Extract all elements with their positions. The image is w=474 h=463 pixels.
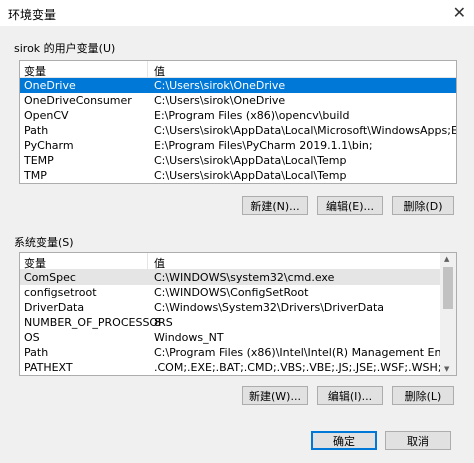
variable-name: TEMP	[24, 154, 54, 167]
variable-value: Windows_NT	[154, 331, 224, 344]
variable-value: C:\Users\sirok\AppData\Local\Microsoft\W…	[154, 124, 457, 137]
scroll-down-icon[interactable]: ▼	[444, 365, 449, 373]
system-delete-button[interactable]: 删除(L)	[392, 386, 454, 405]
list-item[interactable]: OpenCV E:\Program Files (x86)\opencv\buil…	[20, 108, 456, 123]
variable-name: NUMBER_OF_PROCESSORS	[24, 316, 173, 329]
window-title: 环境变量	[8, 8, 57, 22]
list-item[interactable]: OS Windows_NT	[20, 330, 456, 345]
variable-name: OneDrive	[24, 79, 76, 92]
variable-value: C:\Users\sirok\OneDrive	[154, 94, 286, 107]
system-edit-button[interactable]: 编辑(I)...	[317, 386, 383, 405]
list-item[interactable]: PROCESSOR_ARCHITECTUREAMD64	[20, 375, 456, 376]
system-vars-header: 变量 值	[20, 253, 456, 270]
list-item[interactable]: DriverData C:\Windows\System32\Drivers\Dr…	[20, 300, 456, 315]
variable-value: C:\Windows\System32\Drivers\DriverData	[154, 301, 385, 314]
scroll-thumb[interactable]	[443, 267, 453, 309]
variable-value: C:\WINDOWS\ConfigSetRoot	[154, 286, 309, 299]
variable-name: OS	[24, 331, 40, 344]
variable-value: C:\Users\sirok\OneDrive	[154, 79, 286, 92]
system-vars-list[interactable]: 变量 值 ComSpec C:\WINDOWS\system32\cmd.exe c…	[19, 252, 457, 376]
system-new-button[interactable]: 新建(W)...	[242, 386, 308, 405]
variable-name: OpenCV	[24, 109, 69, 122]
close-icon[interactable]: ✕	[453, 3, 466, 22]
variable-value: C:\WINDOWS\system32\cmd.exe	[154, 271, 335, 284]
variable-value: .COM;.EXE;.BAT;.CMD;.VBS;.VBE;.JS;.JSE;.…	[154, 361, 457, 374]
list-item[interactable]: Path C:\Program Files (x86)\Intel\Intel(R…	[20, 345, 456, 360]
ok-button[interactable]: 确定	[311, 431, 377, 450]
variable-name: PyCharm	[24, 139, 74, 152]
user-delete-button[interactable]: 删除(D)	[392, 196, 454, 215]
list-item[interactable]: OneDriveConsumer C:\Users\sirok\OneDrive	[20, 93, 456, 108]
system-vars-scrollbar[interactable]: ▲ ▼	[440, 253, 456, 375]
user-vars-group-label: sirok 的用户变量(U)	[14, 42, 116, 55]
variable-value: C:\Users\sirok\AppData\Local\Temp	[154, 169, 347, 182]
variable-name: Path	[24, 346, 49, 359]
column-header-value[interactable]: 值	[154, 255, 165, 271]
variable-value: E:\Program Files\PyCharm 2019.1.1\bin;	[154, 139, 373, 152]
user-edit-button[interactable]: 编辑(E)...	[317, 196, 383, 215]
list-item[interactable]: Path C:\Users\sirok\AppData\Local\Microso…	[20, 123, 456, 138]
variable-name: DriverData	[24, 301, 85, 314]
list-item[interactable]: TEMP C:\Users\sirok\AppData\Local\Temp	[20, 153, 456, 168]
column-header-variable[interactable]: 变量	[24, 63, 46, 79]
variable-name: configsetroot	[24, 286, 97, 299]
list-item[interactable]: OneDrive C:\Users\sirok\OneDrive	[20, 78, 456, 93]
variable-name: PATHEXT	[24, 361, 73, 374]
variable-value: E:\Program Files (x86)\opencv\build	[154, 109, 350, 122]
list-item[interactable]: ComSpec C:\WINDOWS\system32\cmd.exe	[20, 270, 456, 285]
list-item[interactable]: PATHEXT .COM;.EXE;.BAT;.CMD;.VBS;.VBE;.JS…	[20, 360, 456, 375]
user-vars-header: 变量 值	[20, 61, 456, 78]
cancel-button[interactable]: 取消	[385, 431, 451, 450]
variable-name: Path	[24, 124, 49, 137]
variable-value: C:\Program Files (x86)\Intel\Intel(R) Ma…	[154, 346, 456, 359]
variable-value: 8	[154, 316, 161, 329]
list-item[interactable]: TMP C:\Users\sirok\AppData\Local\Temp	[20, 168, 456, 183]
variable-value: C:\Users\sirok\AppData\Local\Temp	[154, 154, 347, 167]
column-header-variable[interactable]: 变量	[24, 255, 46, 271]
list-item[interactable]: NUMBER_OF_PROCESSORS 8	[20, 315, 456, 330]
list-item[interactable]: PyCharm E:\Program Files\PyCharm 2019.1.1…	[20, 138, 456, 153]
user-vars-list[interactable]: 变量 值 OneDrive C:\Users\sirok\OneDrive OneD…	[19, 60, 457, 184]
variable-name: ComSpec	[24, 271, 76, 284]
title-bar: 环境变量 ✕	[0, 0, 474, 26]
variable-name: OneDriveConsumer	[24, 94, 132, 107]
list-item[interactable]: configsetroot C:\WINDOWS\ConfigSetRoot	[20, 285, 456, 300]
variable-name: TMP	[24, 169, 47, 182]
column-header-value[interactable]: 值	[154, 63, 165, 79]
scroll-up-icon[interactable]: ▲	[444, 255, 449, 263]
system-vars-group-label: 系统变量(S)	[14, 236, 74, 249]
user-new-button[interactable]: 新建(N)...	[242, 196, 308, 215]
